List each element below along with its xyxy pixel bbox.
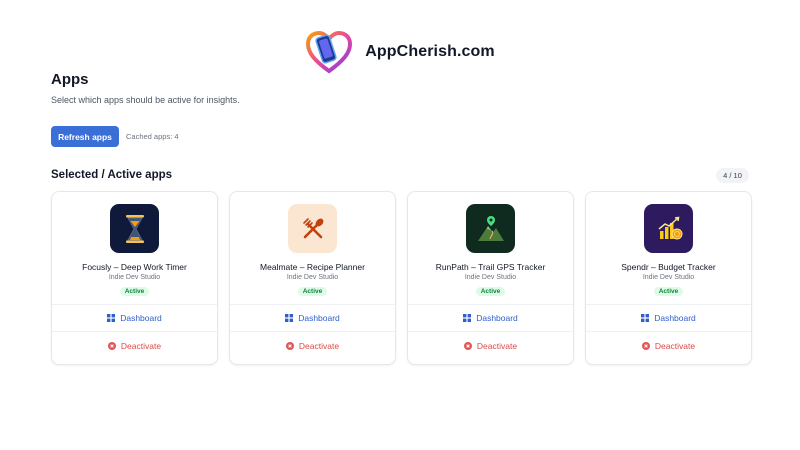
deactivate-button[interactable]: Deactivate (408, 332, 573, 359)
x-circle-icon (107, 341, 116, 350)
dashboard-button[interactable]: Dashboard (586, 304, 751, 331)
section-title: Selected / Active apps (51, 169, 173, 181)
x-circle-icon (463, 341, 472, 350)
status-badge: Active (653, 287, 684, 296)
app-developer: Indie Dev Studio (642, 274, 695, 281)
x-circle-icon (285, 341, 294, 350)
app-name: Focusly – Deep Work Timer (82, 262, 187, 272)
brand-name: AppCherish.com (365, 43, 495, 60)
brand-header: AppCherish.com (0, 30, 800, 74)
grid-icon (463, 314, 472, 322)
app-card-list: Focusly – Deep Work Timer Indie Dev Stud… (51, 191, 752, 365)
status-badge: Active (475, 287, 506, 296)
dashboard-label: Dashboard (298, 313, 340, 323)
app-name: RunPath – Trail GPS Tracker (435, 262, 546, 272)
app-card: Focusly – Deep Work Timer Indie Dev Stud… (51, 191, 218, 365)
status-badge: Active (297, 287, 328, 296)
dashboard-label: Dashboard (476, 313, 518, 323)
deactivate-button[interactable]: Deactivate (230, 332, 395, 359)
app-developer: Indie Dev Studio (464, 274, 517, 281)
deactivate-label: Deactivate (654, 340, 696, 351)
app-developer: Indie Dev Studio (108, 274, 161, 281)
app-card: Spendr – Budget Tracker Indie Dev Studio… (585, 191, 752, 365)
dashboard-button[interactable]: Dashboard (230, 304, 395, 331)
hourglass-icon (110, 204, 159, 253)
app-card: Mealmate – Recipe Planner Indie Dev Stud… (229, 191, 396, 365)
deactivate-label: Deactivate (476, 340, 518, 351)
coins-chart-icon (644, 204, 693, 253)
x-circle-icon (641, 341, 650, 350)
page-title: Apps (51, 71, 89, 88)
deactivate-button[interactable]: Deactivate (586, 332, 751, 359)
grid-icon (641, 314, 650, 322)
app-name: Mealmate – Recipe Planner (260, 262, 365, 272)
app-card: RunPath – Trail GPS Tracker Indie Dev St… (407, 191, 574, 365)
mountain-pin-icon (466, 204, 515, 253)
dashboard-label: Dashboard (654, 313, 696, 323)
page-subtitle: Select which apps should be active for i… (51, 95, 240, 105)
cached-apps-count: Cached apps: 4 (126, 132, 179, 141)
grid-icon (107, 314, 116, 322)
heart-phone-logo (306, 30, 353, 74)
app-name: Spendr – Budget Tracker (621, 262, 716, 272)
dashboard-label: Dashboard (120, 313, 162, 323)
app-developer: Indie Dev Studio (286, 274, 339, 281)
deactivate-button[interactable]: Deactivate (52, 332, 217, 359)
grid-icon (285, 314, 294, 322)
deactivate-label: Deactivate (298, 340, 340, 351)
dashboard-button[interactable]: Dashboard (52, 304, 217, 331)
dashboard-button[interactable]: Dashboard (408, 304, 573, 331)
fork-spoon-icon (288, 204, 337, 253)
status-badge: Active (119, 287, 150, 296)
active-count-badge: 4 / 10 (716, 168, 749, 183)
refresh-apps-button[interactable]: Refresh apps (51, 126, 119, 147)
deactivate-label: Deactivate (120, 340, 162, 351)
